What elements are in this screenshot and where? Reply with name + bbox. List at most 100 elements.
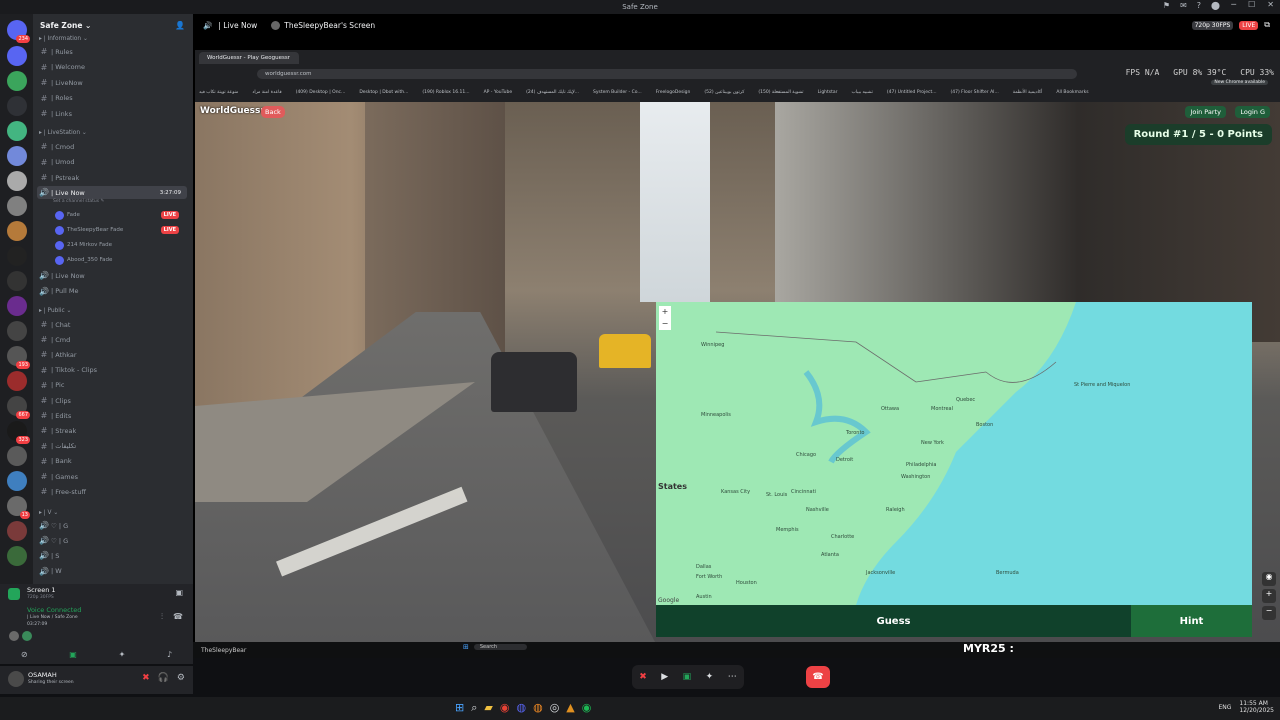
bookmark-item[interactable]: FreelogoDesign — [656, 90, 691, 95]
more-icon[interactable]: ⋯ — [728, 672, 737, 682]
pegman-icon[interactable]: ◉ — [1262, 572, 1276, 586]
channel-item[interactable]: 🔊 | W — [37, 565, 187, 578]
guess-button[interactable]: Guess — [656, 605, 1131, 637]
bookmark-item[interactable]: (24) لإيك تايك المستهدف... — [526, 90, 579, 95]
bookmark-item[interactable]: Lightstar — [818, 90, 838, 95]
inbox-icon[interactable]: ⚑ — [1163, 1, 1170, 10]
activities-icon[interactable]: ✦ — [706, 672, 714, 682]
bookmark-item[interactable]: (52) كرتون بوبيتاعين — [704, 90, 744, 95]
chrome-icon[interactable]: ◉ — [500, 701, 510, 715]
clock[interactable]: 11:55 AM 12/20/2025 — [1239, 700, 1274, 714]
channel-item[interactable]: # | Pstreak — [37, 171, 187, 184]
server-icon[interactable]: 323 — [7, 421, 30, 444]
join-party-button[interactable]: Join Party — [1185, 106, 1226, 118]
screen-settings-icon[interactable]: ▣ — [175, 588, 183, 597]
server-icon[interactable] — [7, 171, 27, 191]
soundboard-icon[interactable]: ♪ — [167, 650, 172, 659]
channel-item[interactable]: # | Roles — [37, 92, 187, 105]
channel-item[interactable]: # | Free-stuff — [37, 485, 187, 498]
server-icon[interactable] — [7, 96, 27, 116]
voice-channel-path[interactable]: | Live Now / Safe Zone — [27, 615, 78, 620]
screen-icon[interactable]: ▣ — [683, 672, 692, 682]
url-bar[interactable]: worldguessr.com — [257, 69, 1077, 79]
app-icon[interactable]: ◍ — [533, 701, 543, 715]
channel-item[interactable]: 🔊 | Pull Me — [37, 285, 187, 298]
bookmark-item[interactable]: أكاديمية الأنظمة — [1013, 90, 1043, 95]
channel-item[interactable]: # | Edits — [37, 409, 187, 422]
zoom-out-icon[interactable]: − — [1262, 606, 1276, 620]
mic-icon[interactable]: ✖ — [639, 672, 647, 682]
spotify-icon[interactable]: ◉ — [582, 701, 592, 715]
update-chip[interactable]: New Chrome available — [1211, 80, 1268, 85]
login-button[interactable]: Login G — [1235, 106, 1270, 118]
server-icon[interactable] — [7, 46, 27, 66]
headphones-icon[interactable]: 🎧 — [158, 673, 169, 683]
discord-icon[interactable]: ◍ — [516, 701, 526, 715]
avatar[interactable] — [8, 671, 24, 687]
username[interactable]: OSAMAH — [28, 671, 57, 679]
channel-item[interactable]: # | LiveNow — [37, 76, 187, 89]
channel-item[interactable]: # | Links — [37, 107, 187, 120]
channel-item[interactable]: # | Streak — [37, 424, 187, 437]
worldguessr-logo[interactable]: WorldGuessr — [200, 106, 265, 116]
server-icon[interactable] — [7, 246, 27, 266]
stream-view[interactable]: WorldGuessr - Play Geoguessr worldguessr… — [193, 36, 1280, 642]
channel-item[interactable]: # | Cmod — [37, 140, 187, 153]
camera-icon[interactable]: ▶ — [661, 672, 668, 682]
channel-item[interactable]: # | Welcome — [37, 61, 187, 74]
server-name[interactable]: Safe Zone ⌄ — [40, 21, 91, 30]
channel-live-now-active[interactable]: 🔊 | Live Now 3:27:09 — [37, 186, 187, 199]
server-icon[interactable] — [7, 196, 27, 216]
files-icon[interactable]: ▰ — [484, 701, 492, 715]
bookmark-item[interactable]: All Bookmarks — [1056, 90, 1088, 95]
server-icon[interactable] — [7, 371, 27, 391]
server-icon[interactable] — [7, 271, 27, 291]
category-information[interactable]: ▸ | Information ⌄ — [39, 36, 88, 42]
server-icon[interactable] — [7, 146, 27, 166]
voice-member[interactable]: 214 Mirkov Fade — [55, 238, 185, 252]
activities-icon[interactable]: ✦ — [119, 650, 126, 659]
voice-member[interactable]: TheSleepyBear Fade LIVE — [55, 223, 185, 237]
share-screen-icon[interactable]: ▣ — [69, 650, 77, 659]
street-view[interactable]: WorldGuessr Back Join Party Login G Roun… — [195, 102, 1280, 642]
bookmark-item[interactable]: قاعدة امنة مراد — [252, 90, 281, 95]
minimize-button[interactable]: ─ — [1231, 0, 1236, 9]
channel-item[interactable]: # | Rules — [37, 45, 187, 58]
channel-item[interactable]: 🔊 | S — [37, 549, 187, 562]
help-icon[interactable]: ? — [1197, 1, 1201, 10]
channel-item[interactable]: # | Cmd — [37, 333, 187, 346]
server-icon[interactable]: 193 — [7, 346, 30, 369]
bookmark-item[interactable]: (47) Floor Shifter AI... — [951, 90, 999, 95]
search-icon[interactable]: ⌕ — [471, 701, 477, 715]
server-icon[interactable] — [7, 471, 27, 491]
channel-item[interactable]: # | Athkar — [37, 348, 187, 361]
channel-status[interactable]: Set a channel status ✎ — [53, 199, 104, 204]
browser-tab[interactable]: WorldGuessr - Play Geoguessr — [199, 52, 299, 64]
bookmark-item[interactable]: (190) Roblox 16.11... — [422, 90, 469, 95]
bookmark-item[interactable]: تشبيه بيباب — [852, 90, 873, 95]
server-icon[interactable] — [7, 296, 27, 316]
close-button[interactable]: ✕ — [1267, 0, 1274, 9]
bookmark-item[interactable]: (409) Desktop | Onc... — [296, 90, 346, 95]
maximize-button[interactable]: ☐ — [1248, 0, 1255, 9]
noise-suppression-icon[interactable]: ⫶ — [161, 612, 163, 622]
steam-icon[interactable]: ◎ — [550, 701, 560, 715]
avatar[interactable] — [9, 631, 19, 641]
notification-icon[interactable]: ⬤ — [1211, 1, 1220, 10]
server-icon[interactable] — [7, 121, 27, 141]
zoom-in-icon[interactable]: + — [1262, 589, 1276, 603]
channel-item[interactable]: # | Chat — [37, 318, 187, 331]
camera-off-icon[interactable]: ⊘ — [21, 650, 28, 659]
category-livestation[interactable]: ▸ | LiveStation ⌄ — [39, 130, 87, 136]
server-icon[interactable] — [7, 521, 27, 541]
server-icon[interactable]: 667 — [7, 396, 30, 419]
server-icon[interactable] — [7, 71, 27, 91]
server-icon[interactable] — [7, 446, 27, 466]
server-icon[interactable] — [7, 321, 27, 341]
stream-channel[interactable]: | Live Now — [218, 21, 257, 30]
mail-icon[interactable]: ✉ — [1180, 1, 1187, 10]
category-public[interactable]: ▸ | Public ⌄ — [39, 308, 71, 314]
channel-item[interactable]: 🔊 ♡ | G — [37, 519, 187, 532]
discord-home-icon[interactable]: 234 — [7, 20, 30, 43]
channel-item[interactable]: # | تكليفات — [37, 440, 187, 453]
